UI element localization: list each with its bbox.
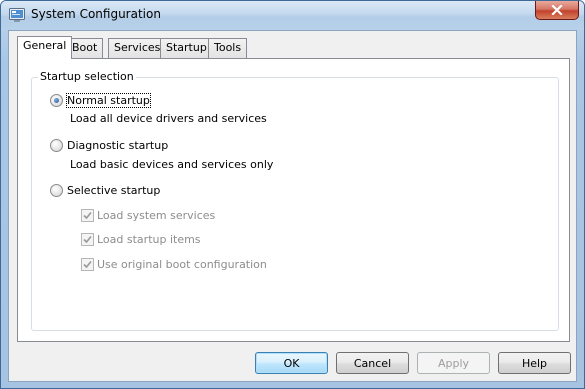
tab-startup[interactable]: Startup (160, 38, 213, 58)
tab-tools[interactable]: Tools (208, 38, 248, 58)
cancel-button[interactable]: Cancel (336, 352, 409, 374)
tab-label: Services (114, 41, 161, 54)
selective-startup-label: Selective startup (67, 184, 161, 197)
close-icon (551, 5, 563, 15)
tab-general[interactable]: General (17, 36, 73, 59)
checkbox[interactable] (81, 209, 94, 222)
diagnostic-startup-radio[interactable]: Diagnostic startup (50, 139, 168, 152)
tab-label: Tools (214, 41, 242, 54)
checkmark-icon (83, 211, 92, 220)
system-configuration-window: System Configuration General Boot Servic… (0, 0, 585, 389)
checkmark-icon (83, 235, 92, 244)
tab-label: Startup (166, 41, 207, 54)
normal-startup-description: Load all device drivers and services (70, 112, 267, 125)
normal-startup-radio[interactable]: Normal startup (50, 93, 151, 108)
general-tab-panel: Startup selection Normal startup Load al… (17, 58, 570, 342)
checkmark-icon (83, 260, 92, 269)
apply-button[interactable]: Apply (417, 352, 490, 374)
tab-services[interactable]: Services (108, 38, 167, 58)
system-configuration-icon (9, 8, 25, 23)
use-original-boot-configuration-checkbox[interactable]: Use original boot configuration (81, 258, 267, 271)
selective-startup-radio[interactable]: Selective startup (50, 184, 160, 197)
load-system-services-label: Load system services (97, 209, 216, 222)
radio-selected-dot (54, 98, 59, 103)
load-system-services-checkbox[interactable]: Load system services (81, 209, 215, 222)
normal-startup-label: Normal startup (66, 93, 151, 108)
load-startup-items-checkbox[interactable]: Load startup items (81, 233, 201, 246)
startup-selection-label: Startup selection (38, 70, 136, 83)
radio-button[interactable] (50, 184, 63, 197)
radio-button[interactable] (50, 94, 63, 107)
load-startup-items-label: Load startup items (97, 233, 201, 246)
help-button[interactable]: Help (498, 352, 571, 374)
window-title: System Configuration (31, 7, 161, 21)
title-bar[interactable]: System Configuration (1, 1, 584, 30)
radio-button[interactable] (50, 139, 63, 152)
tab-label: General (23, 39, 67, 52)
use-original-boot-configuration-label: Use original boot configuration (97, 258, 267, 271)
checkbox[interactable] (81, 233, 94, 246)
checkbox[interactable] (81, 258, 94, 271)
ok-button[interactable]: OK (255, 352, 328, 374)
diagnostic-startup-description: Load basic devices and services only (70, 158, 274, 171)
diagnostic-startup-label: Diagnostic startup (67, 139, 169, 152)
tab-label: Boot (72, 41, 98, 54)
close-button[interactable] (535, 1, 579, 20)
dialog-client-area: General Boot Services Startup Tools Star… (8, 30, 577, 382)
